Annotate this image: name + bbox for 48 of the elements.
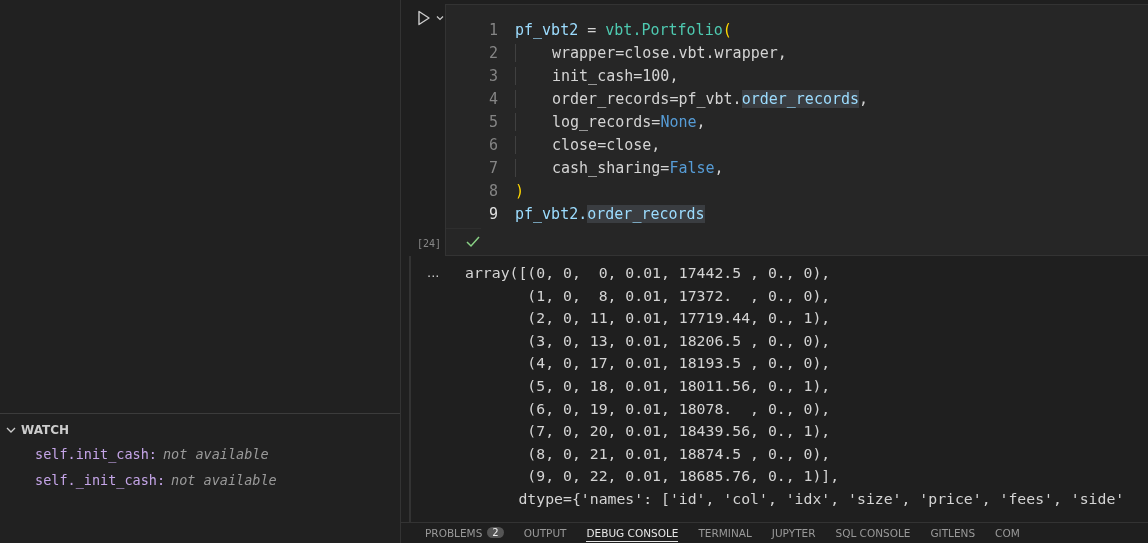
code-line: cash_sharing=False,	[515, 158, 724, 177]
code-line: )	[515, 181, 525, 200]
code-line: wrapper=close.vbt.wrapper,	[515, 43, 787, 62]
run-icon[interactable]	[417, 10, 431, 26]
watch-value: not available	[162, 446, 269, 462]
panel-tab[interactable]: COM	[995, 524, 1020, 542]
line-number: 8	[487, 181, 499, 200]
count-badge: 2	[487, 527, 504, 538]
watch-title[interactable]: WATCH	[21, 423, 70, 437]
panel-tab[interactable]: DEBUG CONSOLE	[586, 524, 679, 542]
execution-count: [24]	[417, 238, 443, 249]
output-line: (4, 0, 17, 0.01, 18193.5 , 0., 0),	[526, 353, 832, 374]
output-line: (9, 0, 22, 0.01, 18685.76, 0., 1)],	[526, 466, 841, 487]
output-line: (5, 0, 18, 0.01, 18011.56, 0., 1),	[526, 375, 832, 396]
code-line: pf_vbt2.order_records	[515, 204, 705, 223]
code-line: order_records=pf_vbt.order_records,	[515, 89, 869, 108]
panel-tab[interactable]: OUTPUT	[523, 524, 567, 542]
output-line: (3, 0, 13, 0.01, 18206.5 , 0., 0),	[526, 330, 832, 351]
line-number: 9	[487, 204, 499, 223]
watch-expression[interactable]: self.init_cash:	[35, 446, 157, 462]
check-icon	[465, 235, 481, 249]
line-number: 5	[487, 112, 499, 131]
line-number: 2	[487, 43, 499, 62]
code-line: pf_vbt2 = vbt.Portfolio(	[515, 20, 732, 39]
watch-expression[interactable]: self._init_cash:	[35, 472, 166, 488]
output-line: (7, 0, 20, 0.01, 18439.56, 0., 1),	[526, 421, 832, 442]
code-line: close=close,	[515, 135, 661, 154]
line-number: 7	[487, 158, 499, 177]
output-menu[interactable]: ...	[411, 262, 465, 522]
panel-tab[interactable]: PROBLEMS 2	[425, 524, 504, 542]
output-line: (8, 0, 21, 0.01, 18874.5 , 0., 0),	[526, 443, 832, 464]
line-number: 3	[487, 66, 499, 85]
panel-tab[interactable]: SQL CONSOLE	[835, 524, 911, 542]
output-line: array([(0, 0, 0, 0.01, 17442.5 , 0., 0),	[465, 263, 832, 283]
panel-tab[interactable]: JUPYTER	[771, 524, 816, 542]
panel-tab[interactable]: TERMINAL	[698, 524, 752, 542]
line-number: 4	[487, 89, 499, 108]
output-line: (1, 0, 8, 0.01, 17372. , 0., 0),	[526, 285, 832, 306]
watch-value: not available	[171, 472, 277, 488]
code-line: log_records=None,	[515, 112, 706, 131]
line-number: 1	[487, 20, 499, 39]
chevron-icon[interactable]	[435, 13, 445, 23]
line-number: 6	[487, 135, 499, 154]
output-line: (6, 0, 19, 0.01, 18078. , 0., 0),	[526, 398, 832, 419]
code-line: init_cash=100,	[515, 66, 679, 85]
panel-tab[interactable]: GITLENS	[930, 524, 976, 542]
output-line: dtype={'names': ['id', 'col', 'idx', 'size', 'price', 'fees', 'side'	[517, 488, 1125, 509]
output-line: (2, 0, 11, 0.01, 17719.44, 0., 1),	[526, 308, 832, 329]
